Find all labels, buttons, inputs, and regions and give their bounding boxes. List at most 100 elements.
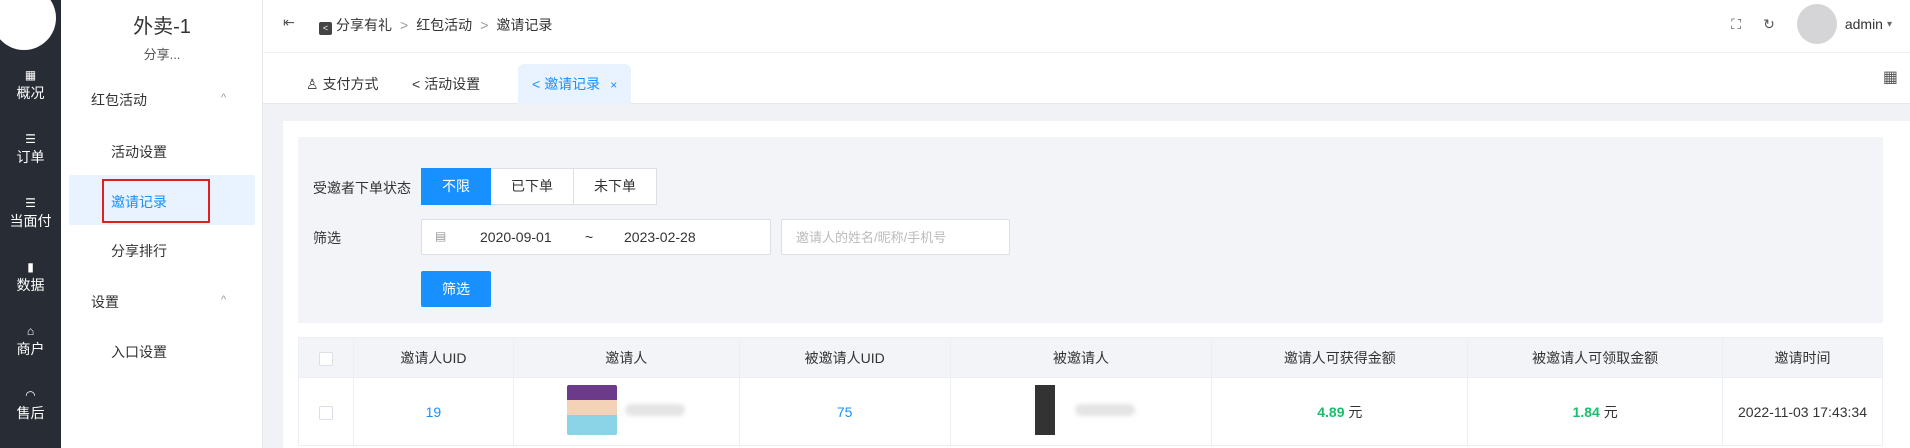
orders-icon: ☰ bbox=[25, 132, 36, 146]
rail-item-orders[interactable]: ☰ 订单 bbox=[0, 132, 61, 166]
rail-item-overview[interactable]: ▦ 概况 bbox=[0, 68, 61, 102]
row-checkbox[interactable] bbox=[318, 405, 333, 420]
invitee-cell bbox=[949, 377, 1213, 446]
rail-item-data[interactable]: ▮ 数据 bbox=[0, 260, 61, 294]
column-header: 邀请人可获得金额 bbox=[1211, 337, 1469, 378]
share-icon: < bbox=[532, 76, 541, 92]
main-rail: ▦ 概况 ☰ 订单 ☰ 当面付 ▮ 数据 ⌂ 商户 ◠ 售后 bbox=[0, 0, 61, 448]
calendar-icon: ▤ bbox=[435, 229, 447, 243]
invite-time-cell: 2022-11-03 17:43:34 bbox=[1722, 377, 1883, 446]
username[interactable]: admin bbox=[1845, 16, 1883, 32]
store-subtitle: 分享... bbox=[143, 47, 181, 62]
aftersale-icon: ◠ bbox=[25, 388, 36, 402]
tab-payment-methods[interactable]: ♙ 支付方式 bbox=[292, 64, 393, 104]
invitee-avatar bbox=[1026, 385, 1067, 435]
status-label: 受邀者下单状态 bbox=[313, 180, 411, 196]
currency-unit: 元 bbox=[1348, 403, 1363, 420]
collapse-menu-icon[interactable]: ⇤ bbox=[283, 14, 295, 31]
inviter-cell bbox=[512, 377, 740, 446]
grid-icon[interactable]: ▦ bbox=[1883, 67, 1898, 87]
table-row: 19 75 4.89 元 1.84 元 2022-11-03 17:43:34 bbox=[298, 377, 1883, 446]
invitee-amount-cell: 1.84 元 bbox=[1467, 377, 1724, 446]
close-icon[interactable]: × bbox=[610, 78, 617, 92]
breadcrumb: < 分享有礼 > 红包活动 > 邀请记录 bbox=[319, 15, 552, 35]
sidebar-item-entry-settings[interactable]: 入口设置 bbox=[111, 342, 167, 362]
caret-up-icon[interactable]: ^ bbox=[221, 294, 226, 306]
invitee-name-redacted bbox=[1074, 404, 1135, 416]
store-title: 外卖-1 bbox=[133, 16, 191, 38]
sidebar-item-activity-settings[interactable]: 活动设置 bbox=[111, 142, 167, 162]
facepay-icon: ☰ bbox=[25, 196, 36, 210]
share-icon: < bbox=[412, 76, 421, 92]
group-redpacket[interactable]: 红包活动 bbox=[91, 90, 147, 110]
rail-item-merchant[interactable]: ⌂ 商户 bbox=[0, 324, 61, 358]
inviter-amount-cell: 4.89 元 bbox=[1211, 377, 1469, 446]
header-actions: ⛶ ↻ admin ▾ bbox=[1709, 4, 1892, 44]
status-segmented: 不限 已下单 未下单 bbox=[421, 168, 657, 205]
rail-label: 数据 bbox=[16, 277, 45, 293]
row-select-cell bbox=[298, 377, 354, 446]
inviter-amount: 4.89 bbox=[1317, 403, 1345, 420]
invite-records-table: 邀请人UID 邀请人 被邀请人UID 被邀请人 邀请人可获得金额 被邀请人可领取… bbox=[298, 337, 1883, 446]
top-header: ⇤ < 分享有礼 > 红包活动 > 邀请记录 ⛶ ↻ admin ▾ bbox=[263, 0, 1910, 53]
date-range-picker[interactable]: ▤ 2020-09-01 ~ 2023-02-28 bbox=[421, 219, 771, 255]
tabs-bar: ♙ 支付方式 < 活动设置 < 邀请记录 × ▦ bbox=[263, 53, 1910, 104]
rail-label: 概况 bbox=[16, 85, 45, 101]
column-header: 邀请时间 bbox=[1722, 337, 1883, 378]
select-all-checkbox[interactable] bbox=[318, 351, 333, 366]
inviter-avatar bbox=[567, 385, 618, 435]
invitee-person bbox=[1026, 385, 1135, 435]
rail-label: 售后 bbox=[16, 405, 45, 421]
share-icon: < bbox=[319, 22, 332, 35]
breadcrumb-separator: > bbox=[400, 17, 409, 33]
chevron-down-icon[interactable]: ▾ bbox=[1887, 19, 1892, 30]
inviter-uid-link[interactable]: 19 bbox=[426, 404, 442, 420]
tab-invite-records[interactable]: < 邀请记录 × bbox=[518, 64, 632, 104]
rail-label: 当面付 bbox=[9, 213, 52, 229]
sidebar-item-share-ranking[interactable]: 分享排行 bbox=[111, 241, 167, 261]
invitee-uid-link[interactable]: 75 bbox=[837, 404, 853, 420]
table-header-row: 邀请人UID 邀请人 被邀请人UID 被邀请人 邀请人可获得金额 被邀请人可领取… bbox=[298, 337, 1883, 378]
search-input[interactable] bbox=[781, 219, 1010, 255]
breadcrumb-item[interactable]: 红包活动 bbox=[416, 15, 472, 35]
data-icon: ▮ bbox=[27, 260, 34, 274]
rail-label: 商户 bbox=[16, 341, 45, 357]
inviter-uid-cell: 19 bbox=[352, 377, 514, 446]
filter-button[interactable]: 筛选 bbox=[421, 271, 491, 307]
user-icon: ♙ bbox=[306, 76, 319, 92]
breadcrumb-item[interactable]: < 分享有礼 bbox=[319, 15, 392, 35]
highlight-box bbox=[102, 179, 210, 223]
column-header: 被邀请人 bbox=[949, 337, 1213, 378]
invitee-amount: 1.84 bbox=[1572, 403, 1600, 420]
range-label: 筛选 bbox=[313, 230, 341, 246]
status-option-not-ordered[interactable]: 未下单 bbox=[574, 168, 657, 205]
inviter-person bbox=[567, 385, 686, 435]
rail-item-aftersale[interactable]: ◠ 售后 bbox=[0, 388, 61, 422]
column-header: 被邀请人UID bbox=[738, 337, 951, 378]
date-start[interactable]: 2020-09-01 bbox=[480, 229, 552, 245]
merchant-icon: ⌂ bbox=[26, 324, 35, 338]
rail-label: 订单 bbox=[16, 149, 45, 165]
caret-up-icon[interactable]: ^ bbox=[221, 92, 226, 104]
overview-icon: ▦ bbox=[24, 68, 37, 82]
rail-item-facepay[interactable]: ☰ 当面付 bbox=[0, 196, 61, 230]
inviter-name-redacted bbox=[625, 404, 686, 416]
fullscreen-icon[interactable]: ⛶ bbox=[1731, 16, 1741, 33]
invitee-uid-cell: 75 bbox=[738, 377, 951, 446]
refresh-icon[interactable]: ↻ bbox=[1763, 16, 1775, 33]
date-separator: ~ bbox=[585, 229, 594, 245]
avatar[interactable] bbox=[1796, 4, 1837, 44]
status-option-all[interactable]: 不限 bbox=[421, 168, 491, 205]
breadcrumb-item: 邀请记录 bbox=[496, 17, 553, 33]
column-header: 被邀请人可领取金额 bbox=[1467, 337, 1724, 378]
status-option-ordered[interactable]: 已下单 bbox=[491, 168, 574, 205]
select-all-cell bbox=[298, 337, 354, 378]
column-header: 邀请人UID bbox=[352, 337, 514, 378]
sub-sidebar: 外卖-1 分享... 红包活动 ^ 活动设置 邀请记录 分享排行 设置 ^ 入口… bbox=[61, 0, 263, 448]
tab-activity-settings[interactable]: < 活动设置 bbox=[398, 64, 494, 104]
logo bbox=[0, 0, 56, 50]
currency-unit: 元 bbox=[1603, 403, 1618, 420]
breadcrumb-separator: > bbox=[480, 17, 489, 33]
date-end[interactable]: 2023-02-28 bbox=[624, 229, 696, 245]
group-settings[interactable]: 设置 bbox=[91, 292, 119, 312]
